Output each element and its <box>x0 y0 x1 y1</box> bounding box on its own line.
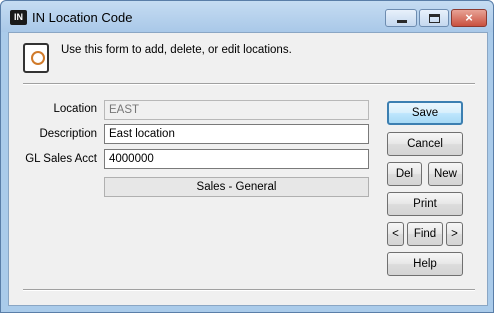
help-button[interactable]: Help <box>387 252 463 276</box>
cancel-button[interactable]: Cancel <box>387 132 463 156</box>
print-button[interactable]: Print <box>387 192 463 216</box>
maximize-button[interactable] <box>419 9 449 27</box>
gl-sales-acct-field[interactable] <box>104 149 369 169</box>
gl-sales-acct-label: GL Sales Acct <box>25 153 97 165</box>
close-button[interactable]: × <box>451 9 487 27</box>
minimize-button[interactable] <box>385 9 417 27</box>
gl-account-name: Sales - General <box>104 177 369 197</box>
window-title: IN Location Code <box>32 10 133 25</box>
description-label: Description <box>39 128 97 140</box>
minimize-icon <box>397 20 407 23</box>
window: IN IN Location Code × Use this form to a… <box>0 0 494 313</box>
save-button[interactable]: Save <box>387 101 463 125</box>
description-field[interactable] <box>104 124 369 144</box>
delete-button[interactable]: Del <box>387 162 422 186</box>
header-divider <box>23 83 475 85</box>
form-instructions: Use this form to add, delete, or edit lo… <box>61 44 292 56</box>
next-button[interactable]: > <box>446 222 463 246</box>
form-body: Use this form to add, delete, or edit lo… <box>8 32 488 306</box>
footer-divider <box>23 289 475 291</box>
close-icon: × <box>465 10 473 25</box>
find-button[interactable]: Find <box>407 222 443 246</box>
app-badge-icon: IN <box>10 10 27 25</box>
title-bar[interactable]: IN IN Location Code × <box>1 1 493 32</box>
location-field[interactable] <box>104 100 369 120</box>
maximize-icon <box>429 14 440 23</box>
previous-button[interactable]: < <box>387 222 404 246</box>
form-document-icon <box>23 43 49 73</box>
new-button[interactable]: New <box>428 162 463 186</box>
location-label: Location <box>53 103 97 115</box>
